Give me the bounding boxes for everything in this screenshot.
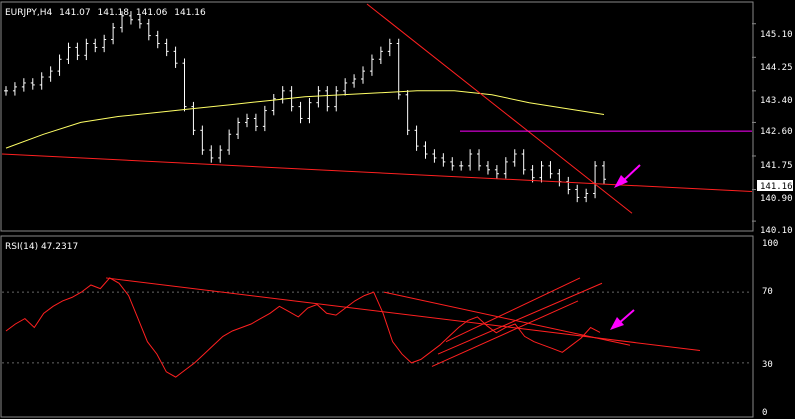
price-bar	[539, 161, 544, 183]
rsi-panel-header: RSI(14) 47.2317	[5, 242, 78, 252]
price-bar	[39, 72, 44, 90]
price-bar	[244, 113, 249, 128]
price-bar	[477, 149, 482, 171]
price-bar	[57, 54, 62, 76]
price-bar	[459, 161, 464, 171]
resistance-trendline	[366, 3, 633, 214]
price-bar	[200, 125, 205, 155]
price-bar	[164, 38, 169, 57]
price-bar	[4, 86, 8, 96]
price-bar	[566, 176, 571, 195]
price-bar	[405, 90, 410, 136]
price-axis: 145.10 144.25 143.40 142.60 141.75 140.9…	[757, 30, 793, 236]
rsi-panel-frame	[0, 235, 754, 418]
rsi-tick-label: 30	[762, 360, 773, 370]
price-bar	[575, 184, 580, 203]
price-plot	[1, 3, 756, 222]
price-bar	[227, 129, 232, 155]
price-bar	[334, 86, 339, 112]
price-bar	[262, 105, 267, 132]
price-bar	[325, 86, 330, 112]
price-bar	[155, 30, 160, 49]
price-bar	[343, 78, 348, 96]
support-trendline	[1, 153, 753, 192]
high-value: 141.18	[98, 8, 130, 18]
price-tick-label: 145.10	[760, 30, 793, 40]
price-tick-label: 141.75	[760, 161, 793, 171]
chart-canvas: EURJPY,H4 141.07 141.18 141.06 141.16 RS…	[0, 1, 793, 418]
price-panel-header: EURJPY,H4 141.07 141.18 141.06 141.16	[5, 8, 206, 18]
price-bar	[307, 97, 312, 124]
price-panel-frame	[0, 1, 754, 232]
price-bar	[280, 86, 285, 104]
rsi-tick-label: 0	[762, 408, 767, 418]
price-bar	[111, 22, 116, 45]
price-bar	[521, 149, 526, 175]
price-bar	[584, 188, 589, 203]
rsi-tick-label: 70	[762, 287, 773, 297]
price-bar	[485, 161, 490, 175]
price-bar	[414, 125, 419, 151]
symbol-label: EURJPY,H4	[5, 8, 53, 18]
price-bar	[253, 113, 258, 132]
low-value: 141.06	[136, 8, 168, 18]
price-bar	[191, 101, 196, 136]
price-bar	[432, 149, 437, 163]
price-bar	[146, 19, 151, 41]
price-bar	[93, 38, 98, 53]
current-price-label: 141.16	[760, 182, 793, 192]
price-bar	[209, 145, 214, 163]
price-bar	[503, 157, 508, 179]
rsi-axis: 100 70 30 0	[762, 239, 778, 418]
price-bar	[316, 86, 321, 108]
price-bar	[548, 161, 553, 179]
open-value: 141.07	[59, 8, 91, 18]
price-tick-label: 140.90	[760, 194, 793, 204]
price-bar	[396, 38, 401, 100]
price-bar	[66, 42, 71, 64]
price-bar	[102, 34, 107, 53]
price-bar	[21, 78, 26, 92]
price-tick-label: 144.25	[760, 63, 793, 73]
price-bar	[30, 78, 35, 90]
price-bar	[423, 141, 428, 159]
price-bar	[218, 145, 223, 163]
rsi-channel-upper	[437, 282, 603, 355]
rsi-descending-line	[383, 291, 631, 346]
price-bar	[352, 74, 357, 88]
price-bar	[387, 38, 392, 57]
price-bar	[12, 82, 17, 96]
rsi-annotation-arrow	[610, 309, 635, 330]
price-bar	[441, 153, 446, 167]
price-bar	[593, 161, 598, 199]
price-tick-label: 143.40	[760, 96, 793, 106]
price-bar	[84, 38, 89, 61]
price-bar	[530, 165, 535, 183]
price-bar	[173, 46, 178, 68]
price-bar	[271, 94, 276, 116]
price-annotation-arrow	[614, 164, 641, 188]
rsi-long-downtrend	[105, 277, 701, 352]
price-bar	[378, 46, 383, 64]
rsi-plot	[2, 277, 752, 378]
price-bar	[75, 42, 80, 61]
price-bar	[602, 161, 606, 184]
price-bar	[361, 66, 366, 84]
price-bar	[369, 54, 374, 76]
close-value: 141.16	[174, 8, 206, 18]
price-bar	[48, 66, 53, 82]
price-bar	[557, 169, 562, 187]
price-bar	[450, 157, 455, 171]
moving-average-line	[5, 90, 605, 149]
price-bar	[298, 101, 303, 124]
rsi-tick-label: 100	[762, 239, 778, 249]
rsi-channel-lower	[431, 300, 579, 367]
price-bar	[236, 117, 241, 139]
price-bar	[182, 58, 187, 112]
price-tick-label: 142.60	[760, 127, 793, 137]
price-bar	[494, 165, 499, 179]
price-bar	[512, 149, 517, 167]
price-tick-label: 140.10	[760, 226, 793, 236]
price-bar	[468, 149, 473, 171]
